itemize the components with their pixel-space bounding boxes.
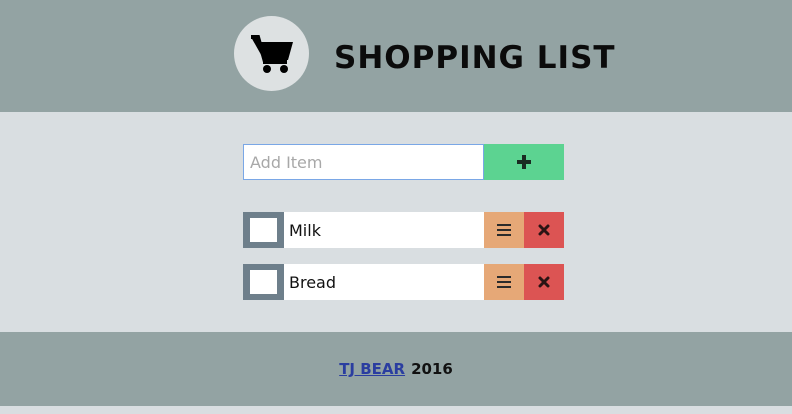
author-link[interactable]: TJ BEAR xyxy=(339,360,405,378)
item-checkbox[interactable] xyxy=(243,212,284,248)
checkbox-box xyxy=(250,270,277,294)
footer: TJ BEAR 2016 xyxy=(0,332,792,406)
footer-year: 2016 xyxy=(411,360,453,378)
menu-icon xyxy=(497,224,511,236)
list-item: Milk xyxy=(243,212,564,248)
page-title: SHOPPING LIST xyxy=(334,40,616,76)
list-item: Bread xyxy=(243,264,564,300)
plus-icon xyxy=(517,155,531,169)
menu-icon xyxy=(497,276,511,288)
main-content: Milk Bread xyxy=(0,112,792,332)
shopping-cart-icon xyxy=(250,34,293,73)
bottom-strip xyxy=(0,406,792,414)
item-label: Bread xyxy=(284,264,484,300)
delete-item-button[interactable] xyxy=(524,264,564,300)
delete-item-button[interactable] xyxy=(524,212,564,248)
checkbox-box xyxy=(250,218,277,242)
edit-item-button[interactable] xyxy=(484,212,524,248)
close-icon xyxy=(538,224,550,236)
app-header: SHOPPING LIST xyxy=(0,0,792,112)
logo xyxy=(234,16,309,91)
add-item-button[interactable] xyxy=(484,144,564,180)
close-icon xyxy=(538,276,550,288)
edit-item-button[interactable] xyxy=(484,264,524,300)
add-item-input[interactable] xyxy=(243,144,484,180)
item-checkbox[interactable] xyxy=(243,264,284,300)
item-label: Milk xyxy=(284,212,484,248)
